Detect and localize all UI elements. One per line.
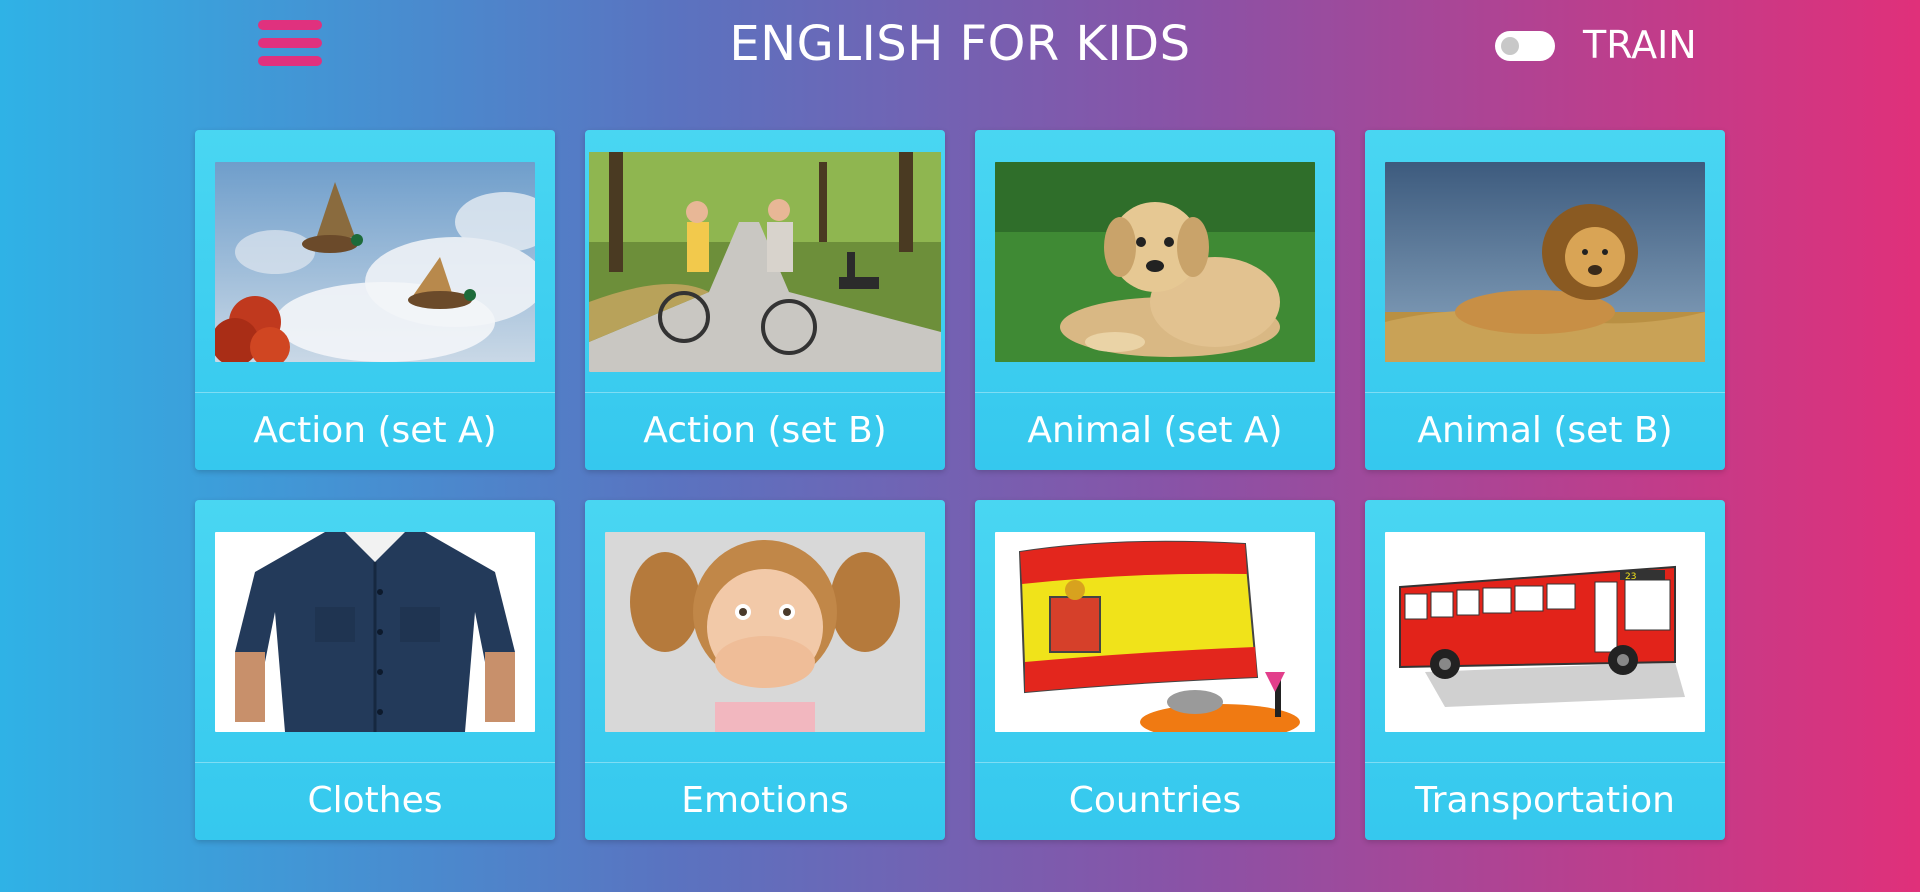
category-card-countries[interactable]: Countries bbox=[975, 500, 1335, 840]
card-title: Action (set B) bbox=[643, 410, 887, 451]
card-title: Animal (set B) bbox=[1417, 410, 1673, 451]
category-card-action-b[interactable]: Action (set B) bbox=[585, 130, 945, 470]
category-card-transportation[interactable]: 23 Transportation bbox=[1365, 500, 1725, 840]
card-footer: Clothes bbox=[195, 762, 555, 840]
card-footer: Emotions bbox=[585, 762, 945, 840]
category-card-animal-a[interactable]: Animal (set A) bbox=[975, 130, 1335, 470]
toggle-knob bbox=[1501, 37, 1519, 55]
card-footer: Action (set A) bbox=[195, 392, 555, 470]
surprised-girl-image bbox=[605, 532, 925, 732]
train-mode-toggle[interactable] bbox=[1495, 31, 1555, 61]
card-title: Animal (set A) bbox=[1027, 410, 1283, 451]
card-title: Transportation bbox=[1415, 780, 1675, 821]
category-card-clothes[interactable]: Clothes bbox=[195, 500, 555, 840]
card-footer: Transportation bbox=[1365, 762, 1725, 840]
category-card-action-a[interactable]: Action (set A) bbox=[195, 130, 555, 470]
card-footer: Animal (set A) bbox=[975, 392, 1335, 470]
card-title: Countries bbox=[1068, 780, 1242, 821]
kids-cycling-image bbox=[589, 152, 941, 372]
card-footer: Animal (set B) bbox=[1365, 392, 1725, 470]
category-card-emotions[interactable]: Emotions bbox=[585, 500, 945, 840]
category-grid: Action (set A) Action (set B) Animal (se… bbox=[195, 130, 1725, 840]
header: ENGLISH FOR KIDS TRAIN bbox=[0, 0, 1920, 100]
card-title: Action (set A) bbox=[253, 410, 497, 451]
flying-ducks-image bbox=[215, 162, 535, 362]
category-card-animal-b[interactable]: Animal (set B) bbox=[1365, 130, 1725, 470]
svg-text:23: 23 bbox=[1625, 572, 1636, 582]
red-bus-image: 23 bbox=[1385, 532, 1705, 732]
spain-flag-image bbox=[995, 532, 1315, 732]
card-title: Clothes bbox=[307, 780, 443, 821]
lion-image bbox=[1385, 162, 1705, 362]
shirt-image bbox=[215, 532, 535, 732]
card-footer: Countries bbox=[975, 762, 1335, 840]
card-footer: Action (set B) bbox=[585, 392, 945, 470]
card-title: Emotions bbox=[681, 780, 849, 821]
toggle-label: TRAIN bbox=[1583, 23, 1697, 67]
puppy-on-grass-image bbox=[995, 162, 1315, 362]
